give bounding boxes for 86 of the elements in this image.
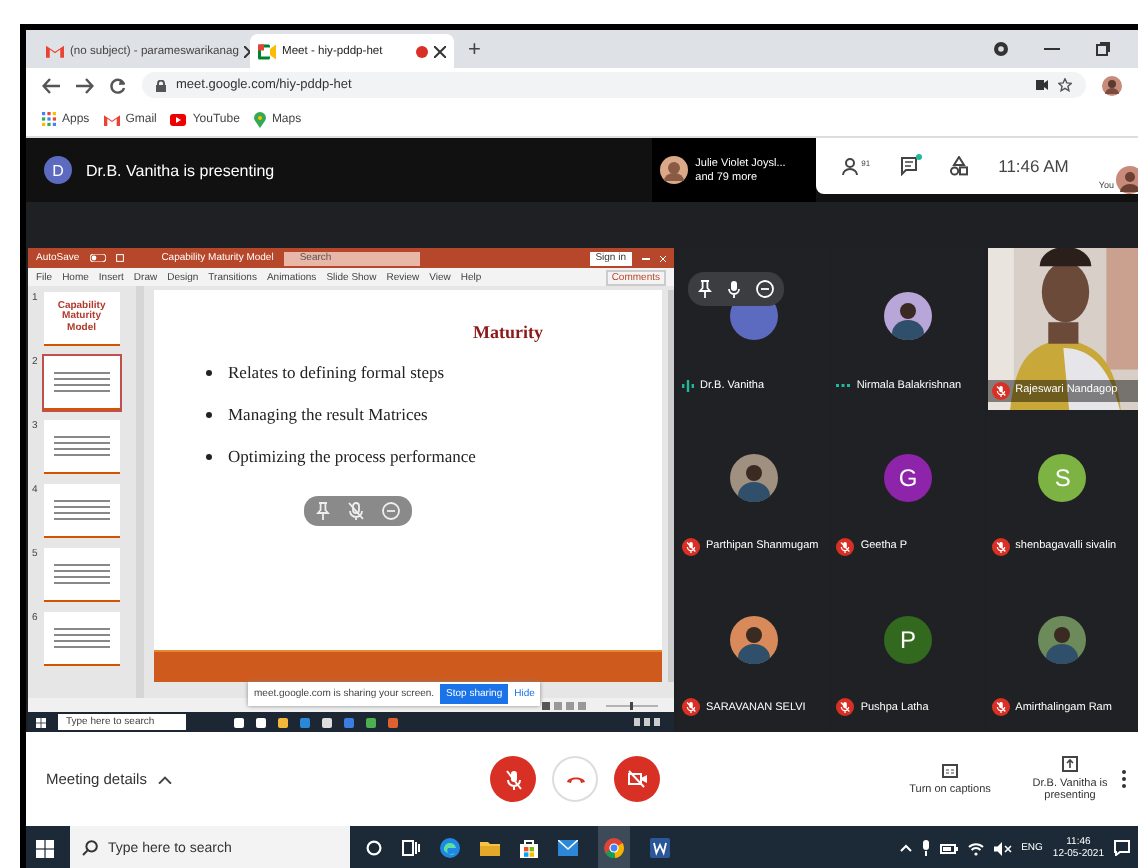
chat-icon: [900, 156, 921, 176]
presenting-label: Dr.B. Vanitha is presenting: [86, 161, 275, 179]
new-tab-button[interactable]: +: [462, 37, 487, 61]
minimize-icon[interactable]: [1044, 47, 1060, 51]
avatar: P: [883, 615, 932, 664]
map-pin-icon: [253, 111, 266, 127]
mail-icon[interactable]: [558, 840, 578, 856]
slide-thumbnail[interactable]: [43, 548, 120, 602]
scrollbar[interactable]: [668, 290, 674, 682]
avatar: G: [883, 453, 932, 502]
lock-icon: [156, 79, 166, 91]
chrome-app-button[interactable]: [598, 826, 630, 868]
gmail-icon: [46, 44, 64, 58]
camera-icon: [1036, 80, 1048, 90]
shapes-icon: [950, 156, 969, 176]
meet-icon: [258, 43, 276, 59]
notifications-icon[interactable]: [1114, 840, 1130, 856]
bullet-text: Relates to defining formal steps: [228, 362, 445, 382]
slide-thumbnail[interactable]: [43, 356, 120, 410]
folder-icon[interactable]: [480, 840, 500, 856]
microphone-icon[interactable]: [921, 840, 930, 856]
apps-grid-icon: [42, 112, 56, 126]
profile-avatar-icon[interactable]: [1102, 75, 1122, 95]
bullet-text: Managing the result Matrices: [228, 404, 428, 424]
avatar-icon: [883, 292, 932, 341]
windows-logo-icon[interactable]: [36, 717, 46, 727]
star-icon[interactable]: [1058, 78, 1072, 92]
avatar: S: [1038, 453, 1087, 502]
phone-hangup-icon: [565, 774, 585, 784]
chrome-icon: [604, 838, 624, 858]
zoom-slider-icon[interactable]: [606, 701, 658, 709]
slide-thumbnail[interactable]: [43, 420, 120, 474]
bullet-icon: [206, 411, 212, 417]
bullet-icon: [206, 369, 212, 375]
battery-icon[interactable]: [939, 843, 958, 853]
chat-button[interactable]: [900, 156, 921, 176]
activities-button[interactable]: [950, 156, 969, 176]
slide-thumbnail[interactable]: [43, 484, 120, 538]
avatar-icon: [659, 156, 688, 184]
app-icon[interactable]: [322, 717, 332, 727]
gmail-icon: [103, 113, 120, 125]
minimize-icon[interactable]: [642, 257, 650, 259]
bullet-text: Optimizing the process performance: [228, 446, 476, 466]
chevron-up-icon[interactable]: [899, 844, 912, 852]
avatar-icon: [729, 615, 778, 664]
avatar-icon: [1038, 615, 1087, 664]
store-bag-icon[interactable]: [520, 838, 538, 858]
toggle-icon[interactable]: [89, 254, 106, 262]
microphone-off-icon: [505, 769, 521, 789]
windows-logo-icon[interactable]: [36, 839, 54, 857]
slide-title: Maturity: [471, 322, 545, 342]
speaker-muted-icon[interactable]: [993, 841, 1012, 855]
people-icon: [841, 157, 862, 175]
restore-icon[interactable]: [1096, 42, 1110, 56]
app-icon[interactable]: [256, 717, 266, 727]
camera-button[interactable]: [614, 756, 660, 802]
camera-off-icon: [627, 770, 647, 788]
cortana-icon[interactable]: [366, 840, 382, 856]
slide-thumbnail[interactable]: [43, 612, 120, 666]
wifi-icon[interactable]: [967, 841, 984, 855]
microphone-icon[interactable]: [728, 280, 740, 298]
present-screen-icon: [1062, 756, 1078, 772]
tray-icon[interactable]: [634, 718, 666, 726]
captions-icon: [942, 763, 958, 777]
edge-icon[interactable]: [440, 838, 460, 858]
back-icon[interactable]: [42, 77, 60, 93]
microphone-off-icon[interactable]: [348, 502, 364, 520]
clock-time: 11:46 AM: [998, 156, 1069, 176]
bullet-icon: [206, 453, 212, 459]
play-icon: [170, 113, 187, 125]
task-view-icon[interactable]: [402, 840, 420, 856]
app-icon[interactable]: [234, 717, 244, 727]
presenter-avatar: D: [44, 156, 72, 184]
word-icon[interactable]: [650, 838, 670, 858]
avatar-icon: [1114, 166, 1138, 194]
forward-icon[interactable]: [76, 77, 94, 93]
view-buttons-icon[interactable]: [542, 701, 590, 709]
save-icon[interactable]: [115, 254, 124, 262]
caret-icon: [158, 775, 173, 783]
app-icon[interactable]: [278, 717, 288, 727]
avatar-icon: [729, 453, 778, 502]
close-icon[interactable]: [434, 45, 446, 57]
account-icon[interactable]: [994, 42, 1008, 56]
search-icon: [82, 840, 98, 856]
reload-icon[interactable]: [110, 77, 126, 93]
microphone-button[interactable]: [490, 756, 536, 802]
